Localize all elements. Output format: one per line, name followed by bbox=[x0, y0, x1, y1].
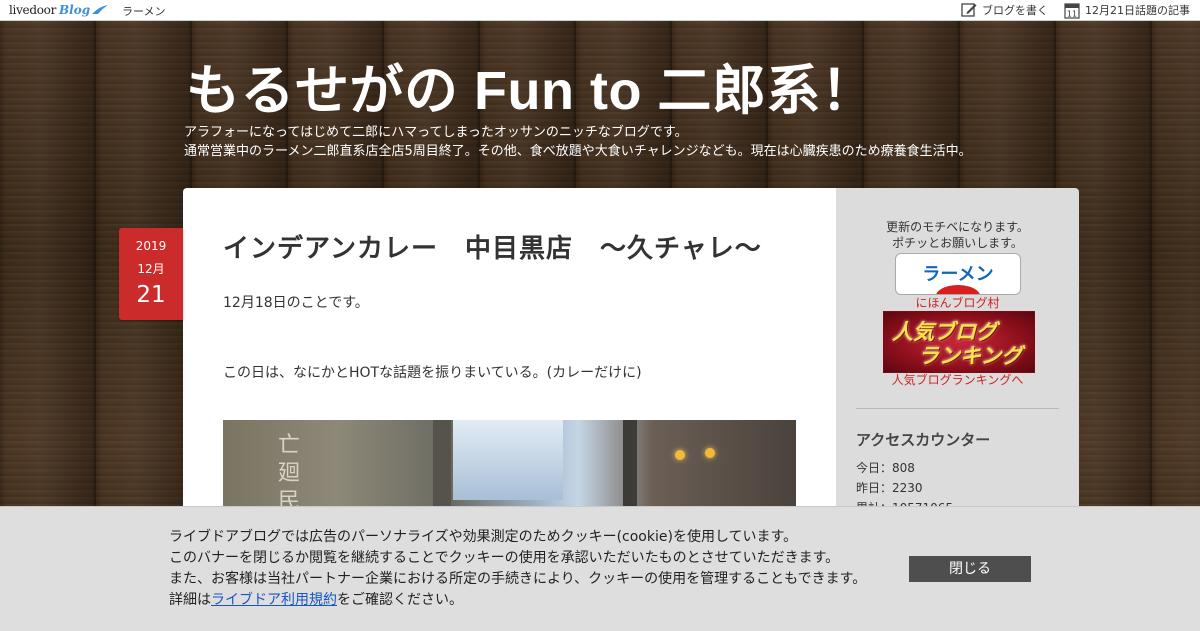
logo-livedoor-text: livedoor bbox=[9, 3, 57, 17]
top-bar: livedoor Blog ラーメン ブログを書く 11 12月21日話題の記事 bbox=[0, 0, 1200, 21]
photo-lamp bbox=[705, 448, 715, 458]
post-title[interactable]: インデアンカレー 中目黒店 〜久チャレ〜 bbox=[223, 228, 762, 265]
photo-window bbox=[453, 420, 563, 500]
top-right-links: ブログを書く 11 12月21日話題の記事 bbox=[945, 1, 1190, 19]
terms-of-use-link[interactable]: ライブドア利用規約 bbox=[211, 592, 337, 608]
nihon-blog-mura-ramen-button[interactable]: ラーメン bbox=[895, 253, 1021, 295]
cookie-text-line-3: また、お客様は当社パートナー企業における所定の手続きにより、クッキーの使用を管理… bbox=[169, 571, 867, 587]
close-cookie-button[interactable]: 閉じる bbox=[909, 556, 1031, 582]
cookie-text-line-1: ライブドアブログでは広告のパーソナライズや効果測定のためクッキー(cookie)… bbox=[169, 529, 798, 545]
cookie-text-line-2: このバナーを閉じるか閲覧を継続することでクッキーの使用を承認いただいたものとさせ… bbox=[169, 550, 840, 566]
cookie-banner: ライブドアブログでは広告のパーソナライズや効果測定のためクッキー(cookie)… bbox=[0, 506, 1200, 631]
site-description-line-1: アラフォーになってはじめて二郎にハマってしまったオッサンのニッチなブログです。 bbox=[184, 125, 688, 140]
motivation-text-line-1: 更新のモチベになります。 bbox=[886, 220, 1029, 234]
ranking-banner[interactable]: 人気ブログ ランキング bbox=[883, 311, 1035, 373]
logo-blog-text: Blog bbox=[59, 3, 91, 17]
motivation-text-line-2: ポチッとお願いします。 bbox=[892, 236, 1023, 250]
nihon-blog-mura-link[interactable]: にほんブログ村 bbox=[836, 294, 1079, 311]
edit-icon bbox=[961, 3, 977, 17]
ranking-link[interactable]: 人気ブログランキングへ bbox=[836, 371, 1079, 388]
access-counter-heading: アクセスカウンター bbox=[856, 431, 991, 449]
ramen-button-label: ラーメン bbox=[922, 264, 994, 284]
photo-lamp bbox=[675, 450, 685, 460]
topic-articles-link[interactable]: 11 12月21日話題の記事 bbox=[1064, 2, 1190, 19]
write-blog-label: ブログを書く bbox=[982, 4, 1048, 17]
post-paragraph: この日は、なにかとHOTな話題を振りまいている。(カレーだけに) bbox=[223, 365, 642, 381]
wing-icon bbox=[92, 5, 109, 14]
ranking-banner-line-2: ランキング bbox=[918, 344, 1023, 368]
write-blog-link[interactable]: ブログを書く bbox=[961, 2, 1048, 18]
sidebar-divider bbox=[856, 408, 1059, 409]
cookie-detail-prefix: 詳細は bbox=[169, 592, 211, 608]
counter-yesterday: 昨日：2230 bbox=[856, 481, 923, 495]
counter-today: 今日：808 bbox=[856, 461, 915, 475]
post-date-badge: 2019 12月 21 bbox=[119, 228, 183, 320]
calendar-icon: 11 bbox=[1064, 2, 1080, 19]
post-date-month: 12月 bbox=[137, 262, 165, 276]
topic-articles-label: 12月21日話題の記事 bbox=[1085, 4, 1190, 17]
calendar-day-number: 11 bbox=[1067, 9, 1077, 18]
photo-sign: 亡廻民 bbox=[278, 433, 301, 514]
cookie-text-line-4: 詳細はライブドア利用規約をご確認ください。 bbox=[169, 590, 866, 611]
category-link-ramen[interactable]: ラーメン bbox=[122, 3, 166, 19]
site-title[interactable]: もるせがの Fun to 二郎系！ bbox=[186, 46, 875, 125]
site-description-line-2: 通常営業中のラーメン二郎直系店全店5周目終了。その他、食べ放題や大食いチャレンジ… bbox=[184, 144, 972, 159]
post-date-year: 2019 bbox=[135, 239, 167, 253]
site-description: アラフォーになってはじめて二郎にハマってしまったオッサンのニッチなブログです。 … bbox=[184, 123, 1084, 161]
post-date-day: 21 bbox=[136, 282, 166, 308]
livedoor-blog-logo[interactable]: livedoor Blog bbox=[9, 2, 109, 18]
cookie-detail-suffix: をご確認ください。 bbox=[337, 592, 463, 608]
post-paragraph: 12月18日のことです。 bbox=[223, 295, 369, 311]
cookie-text: ライブドアブログでは広告のパーソナライズや効果測定のためクッキー(cookie)… bbox=[169, 527, 866, 611]
